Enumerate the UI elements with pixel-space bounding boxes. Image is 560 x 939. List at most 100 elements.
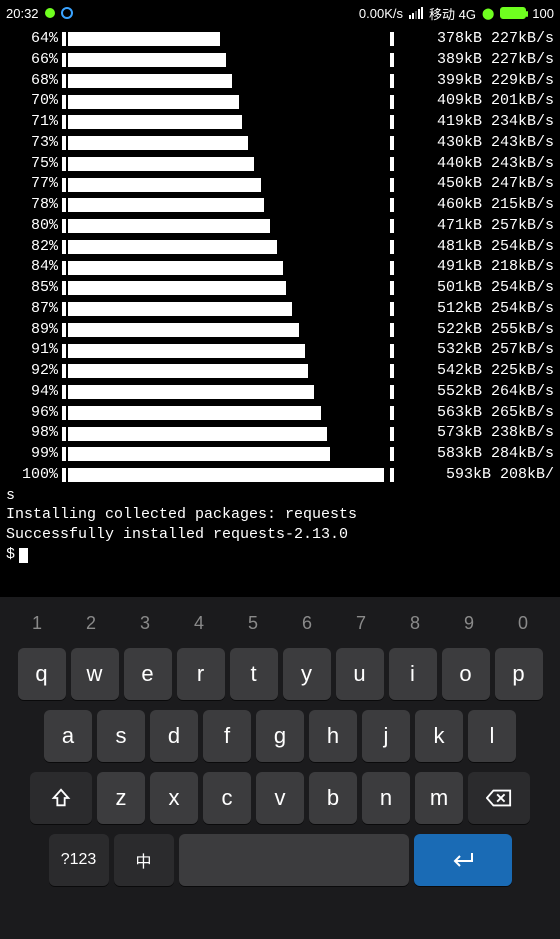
key-row-3: zxcvbnm bbox=[4, 772, 556, 824]
key-x[interactable]: x bbox=[150, 772, 198, 824]
progress-bar bbox=[68, 385, 314, 399]
key-z[interactable]: z bbox=[97, 772, 145, 824]
backspace-key[interactable] bbox=[468, 772, 530, 824]
key-j[interactable]: j bbox=[362, 710, 410, 762]
carrier: 移动 4G bbox=[429, 4, 476, 23]
key-k[interactable]: k bbox=[415, 710, 463, 762]
progress-bar bbox=[68, 157, 254, 171]
progress-row: 78%460kB 215kB/s bbox=[6, 196, 554, 215]
key-m[interactable]: m bbox=[415, 772, 463, 824]
progress-row: 82%481kB 254kB/s bbox=[6, 238, 554, 257]
space-key[interactable] bbox=[179, 834, 409, 886]
key-y[interactable]: y bbox=[283, 648, 331, 700]
key-d[interactable]: d bbox=[150, 710, 198, 762]
pct-label: 98% bbox=[6, 424, 58, 443]
key-row-1: qwertyuiop bbox=[4, 648, 556, 700]
key-w[interactable]: w bbox=[71, 648, 119, 700]
net-speed: 0.00K/s bbox=[359, 6, 403, 21]
progress-row: 96%563kB 265kB/s bbox=[6, 404, 554, 423]
bar-tick-icon bbox=[62, 385, 66, 399]
key-p[interactable]: p bbox=[495, 648, 543, 700]
key-v[interactable]: v bbox=[256, 772, 304, 824]
app-icon bbox=[61, 7, 73, 19]
volte-icon: ⬤ bbox=[482, 7, 494, 20]
num-hint: 5 bbox=[226, 605, 280, 642]
kb-label: 491kB 218kB/s bbox=[394, 258, 554, 277]
num-hint: 6 bbox=[280, 605, 334, 642]
shift-key[interactable] bbox=[30, 772, 92, 824]
key-a[interactable]: a bbox=[44, 710, 92, 762]
progress-bar bbox=[68, 95, 239, 109]
pct-label: 80% bbox=[6, 217, 58, 236]
progress-row: 68%399kB 229kB/s bbox=[6, 72, 554, 91]
progress-row: 70%409kB 201kB/s bbox=[6, 92, 554, 111]
key-n[interactable]: n bbox=[362, 772, 410, 824]
pct-label: 89% bbox=[6, 321, 58, 340]
progress-bar bbox=[68, 261, 283, 275]
pct-label: 94% bbox=[6, 383, 58, 402]
symbols-key[interactable]: ?123 bbox=[49, 834, 109, 886]
kb-label: 419kB 234kB/s bbox=[394, 113, 554, 132]
key-f[interactable]: f bbox=[203, 710, 251, 762]
key-r[interactable]: r bbox=[177, 648, 225, 700]
progress-bar bbox=[68, 136, 248, 150]
clock: 20:32 bbox=[6, 6, 39, 21]
bar-tick-icon bbox=[62, 364, 66, 378]
terminal[interactable]: 64%378kB 227kB/s66%389kB 227kB/s68%399kB… bbox=[0, 26, 560, 565]
progress-bar bbox=[68, 427, 327, 441]
bar-tick-icon bbox=[62, 344, 66, 358]
pct-label: 75% bbox=[6, 155, 58, 174]
number-hint-row: 1234567890 bbox=[4, 605, 556, 648]
kb-label: 471kB 257kB/s bbox=[394, 217, 554, 236]
pct-label: 71% bbox=[6, 113, 58, 132]
kb-label: 399kB 229kB/s bbox=[394, 72, 554, 91]
key-c[interactable]: c bbox=[203, 772, 251, 824]
kb-label: 573kB 238kB/s bbox=[394, 424, 554, 443]
progress-bar bbox=[68, 302, 292, 316]
key-h[interactable]: h bbox=[309, 710, 357, 762]
progress-row: 73%430kB 243kB/s bbox=[6, 134, 554, 153]
progress-row: 89%522kB 255kB/s bbox=[6, 321, 554, 340]
progress-row: 77%450kB 247kB/s bbox=[6, 175, 554, 194]
progress-bar bbox=[68, 219, 270, 233]
kb-label: 440kB 243kB/s bbox=[394, 155, 554, 174]
key-q[interactable]: q bbox=[18, 648, 66, 700]
key-row-2: asdfghjkl bbox=[4, 710, 556, 762]
key-g[interactable]: g bbox=[256, 710, 304, 762]
bar-tick-icon bbox=[62, 447, 66, 461]
progress-row: 64%378kB 227kB/s bbox=[6, 30, 554, 49]
bar-tick-icon bbox=[62, 74, 66, 88]
bar-tick-icon bbox=[62, 219, 66, 233]
key-b[interactable]: b bbox=[309, 772, 357, 824]
kb-label: 450kB 247kB/s bbox=[394, 175, 554, 194]
num-hint: 3 bbox=[118, 605, 172, 642]
pct-label: 84% bbox=[6, 258, 58, 277]
pct-label: 64% bbox=[6, 30, 58, 49]
pct-label: 99% bbox=[6, 445, 58, 464]
prompt[interactable]: $ bbox=[6, 546, 554, 565]
num-hint: 7 bbox=[334, 605, 388, 642]
battery-icon bbox=[500, 7, 526, 19]
key-s[interactable]: s bbox=[97, 710, 145, 762]
progress-bar bbox=[68, 198, 264, 212]
progress-row: 99%583kB 284kB/s bbox=[6, 445, 554, 464]
bar-tick-icon bbox=[62, 427, 66, 441]
key-l[interactable]: l bbox=[468, 710, 516, 762]
key-e[interactable]: e bbox=[124, 648, 172, 700]
kb-label: 532kB 257kB/s bbox=[394, 341, 554, 360]
progress-list: 64%378kB 227kB/s66%389kB 227kB/s68%399kB… bbox=[6, 30, 554, 485]
lang-key[interactable]: 中 bbox=[114, 834, 174, 886]
bar-tick-icon bbox=[62, 32, 66, 46]
progress-row: 71% 419kB 234kB/s bbox=[6, 113, 554, 132]
key-i[interactable]: i bbox=[389, 648, 437, 700]
enter-key[interactable] bbox=[414, 834, 512, 886]
num-hint: 0 bbox=[496, 605, 550, 642]
progress-row: 75% 440kB 243kB/s bbox=[6, 155, 554, 174]
kb-label: 460kB 215kB/s bbox=[394, 196, 554, 215]
progress-bar bbox=[68, 468, 384, 482]
key-t[interactable]: t bbox=[230, 648, 278, 700]
key-row-4: ?123 中 bbox=[4, 834, 556, 886]
key-o[interactable]: o bbox=[442, 648, 490, 700]
pct-label: 73% bbox=[6, 134, 58, 153]
key-u[interactable]: u bbox=[336, 648, 384, 700]
